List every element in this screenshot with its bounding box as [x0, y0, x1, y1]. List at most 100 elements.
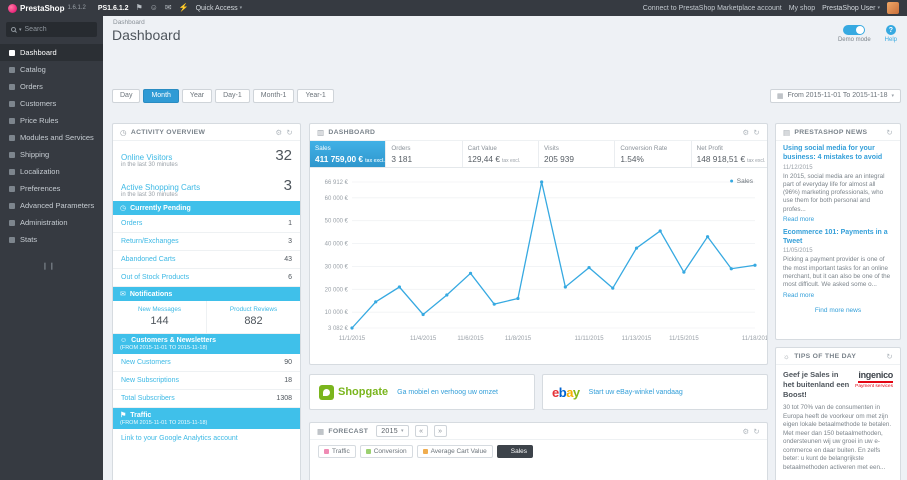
tips-panel-header: ☼ TIPS OF THE DAY ↻: [776, 348, 900, 365]
google-analytics-link[interactable]: Link to your Google Analytics account: [121, 435, 238, 442]
google-analytics-row: Link to your Google Analytics account: [113, 429, 300, 448]
help-icon[interactable]: ?: [885, 25, 896, 35]
envelope-icon: ✉: [120, 291, 126, 298]
kpi-orders[interactable]: Orders 3 181: [386, 141, 463, 167]
messages-icon[interactable]: ✉: [165, 4, 172, 12]
sidebar-item-shipping[interactable]: Shipping: [0, 146, 103, 163]
range-year-1-button[interactable]: Year-1: [297, 88, 334, 103]
abandoned-carts-link[interactable]: Abandoned Carts: [121, 256, 175, 263]
date-range-picker[interactable]: ▦ From 2015-11-01 To 2015-11-18 ▾: [769, 88, 901, 103]
legend-chip-sales[interactable]: Sales: [496, 445, 533, 458]
total-subscribers-link[interactable]: Total Subscribers: [121, 395, 175, 402]
sidebar-item-modules[interactable]: Modules and Services: [0, 129, 103, 146]
kpi-sales[interactable]: Sales 411 759,00 € tax excl.: [310, 141, 387, 167]
sidebar-item-advanced-parameters[interactable]: Advanced Parameters: [0, 197, 103, 214]
range-month-1-button[interactable]: Month-1: [252, 88, 295, 103]
forecast-panel: ▦ FORECAST 2015 ▾ « » ⚙ ↻ Traffic Conver…: [309, 422, 768, 480]
out-of-stock-count: 6: [288, 274, 292, 281]
chevron-down-icon: ▾: [891, 92, 894, 99]
customers-quick-icon[interactable]: ☺: [150, 4, 158, 12]
demo-mode-toggle[interactable]: [843, 25, 866, 35]
find-more-news-link[interactable]: Find more news: [783, 305, 893, 318]
range-day-1-button[interactable]: Day-1: [215, 88, 250, 103]
read-more-link[interactable]: Read more: [783, 216, 814, 223]
refresh-icon[interactable]: ↻: [753, 427, 760, 436]
kpi-visits[interactable]: Visits 205 939: [539, 141, 616, 167]
range-month-button[interactable]: Month: [143, 88, 179, 103]
settings-icon[interactable]: ⚙: [742, 427, 749, 436]
new-messages-cell[interactable]: New Messages 144: [113, 301, 206, 333]
read-more-link[interactable]: Read more: [783, 292, 814, 299]
dashboard-panel-title: DASHBOARD: [328, 128, 376, 136]
help-label[interactable]: Help: [885, 37, 897, 43]
svg-text:11/1/2015: 11/1/2015: [339, 336, 366, 342]
active-carts-link[interactable]: Active Shopping Carts: [121, 183, 200, 192]
refresh-icon[interactable]: ↻: [286, 128, 293, 137]
quick-access-menu[interactable]: Quick Access ▾: [196, 5, 243, 12]
legend-chip-conversion[interactable]: Conversion: [359, 445, 413, 458]
range-day-button[interactable]: Day: [112, 88, 141, 103]
sidebar-item-preferences[interactable]: Preferences: [0, 180, 103, 197]
customers-row-new-customers: New Customers 90: [113, 354, 300, 372]
average-cart-value-swatch-icon: [422, 449, 428, 454]
debug-icon[interactable]: ⚡: [179, 4, 189, 12]
sidebar-item-catalog[interactable]: Catalog: [0, 61, 103, 78]
avatar[interactable]: [887, 2, 899, 14]
returns-link[interactable]: Return/Exchanges: [121, 238, 179, 245]
sidebar-item-stats[interactable]: Stats: [0, 231, 103, 248]
sidebar-item-localization[interactable]: Localization: [0, 163, 103, 180]
refresh-icon[interactable]: ↻: [886, 128, 893, 137]
sidebar-collapse-button[interactable]: ❙❙: [42, 262, 103, 270]
sidebar-item-price-rules[interactable]: Price Rules: [0, 112, 103, 129]
news-article-excerpt: In 2015, social media are an integral pa…: [783, 172, 885, 213]
out-of-stock-link[interactable]: Out of Stock Products: [121, 274, 189, 281]
legend-dot-icon: ●: [729, 178, 734, 185]
orders-count: 1: [288, 220, 292, 227]
range-year-button[interactable]: Year: [181, 88, 213, 103]
new-subscriptions-link[interactable]: New Subscriptions: [121, 377, 179, 384]
legend-chip-average-cart-value[interactable]: Average Cart Value: [416, 445, 493, 458]
svg-text:10 000 €: 10 000 €: [325, 310, 349, 316]
next-year-button[interactable]: »: [433, 425, 447, 437]
user-menu[interactable]: PrestaShop User ▾: [822, 5, 880, 12]
news-article-headline[interactable]: Using social media for your business: 4 …: [783, 145, 893, 163]
shop-icon[interactable]: ⚑: [136, 4, 143, 12]
ebay-logo[interactable]: ebay: [552, 385, 580, 400]
sidebar-item-customers[interactable]: Customers: [0, 95, 103, 112]
kpi-cart-value[interactable]: Cart Value 129,44 € tax excl.: [463, 141, 539, 167]
marketplace-link[interactable]: Connect to PrestaShop Marketplace accoun…: [643, 5, 782, 12]
shopgate-logo[interactable]: Shopgate: [319, 384, 388, 400]
news-article-headline[interactable]: Ecommerce 101: Payments in a Tweet: [783, 229, 893, 247]
kpi-net-profit[interactable]: Net Profit 148 918,51 € tax excl.: [692, 141, 767, 167]
sidebar-item-label: Price Rules: [20, 116, 59, 125]
online-visitors-link[interactable]: Online Visitors: [121, 153, 172, 162]
ingenico-logo[interactable]: ingenico Payment services: [855, 370, 893, 389]
search-scope-caret-icon[interactable]: ▾: [19, 27, 22, 33]
refresh-icon[interactable]: ↻: [753, 128, 760, 137]
orders-link[interactable]: Orders: [121, 220, 142, 227]
ebay-link[interactable]: Start uw eBay-winkel vandaag: [589, 389, 683, 396]
demo-mode-label: Demo mode: [837, 37, 871, 43]
sidebar-item-orders[interactable]: Orders: [0, 78, 103, 95]
prestashop-logo[interactable]: PrestaShop 1.6.1.2: [8, 3, 86, 13]
legend-chip-traffic[interactable]: Traffic: [318, 445, 356, 458]
settings-icon[interactable]: ⚙: [275, 128, 282, 137]
settings-icon[interactable]: ⚙: [742, 128, 749, 137]
forecast-legend: Traffic Conversion Average Cart Value Sa…: [310, 440, 767, 463]
news-panel-header: ▤ PRESTASHOP NEWS ↻: [776, 124, 900, 141]
refresh-icon[interactable]: ↻: [886, 352, 893, 361]
prev-year-button[interactable]: «: [414, 425, 428, 437]
sidebar-item-dashboard[interactable]: Dashboard: [0, 44, 103, 61]
my-shop-link[interactable]: My shop: [789, 5, 815, 12]
year-select[interactable]: 2015 ▾: [376, 425, 409, 437]
kpi-conversion-rate[interactable]: Conversion Rate 1.54%: [615, 141, 692, 167]
new-customers-link[interactable]: New Customers: [121, 359, 171, 366]
sidebar-search[interactable]: ▾: [6, 22, 97, 37]
sidebar-menu: Dashboard Catalog Orders Customers Price…: [0, 44, 103, 248]
search-input[interactable]: [24, 26, 92, 33]
sidebar-item-administration[interactable]: Administration: [0, 214, 103, 231]
product-reviews-cell[interactable]: Product Reviews 882: [206, 301, 300, 333]
shopgate-link[interactable]: Ga mobiel en verhoog uw omzet: [397, 389, 498, 396]
ingenico-subtitle: Payment services: [855, 384, 893, 389]
svg-text:30 000 €: 30 000 €: [325, 264, 349, 270]
